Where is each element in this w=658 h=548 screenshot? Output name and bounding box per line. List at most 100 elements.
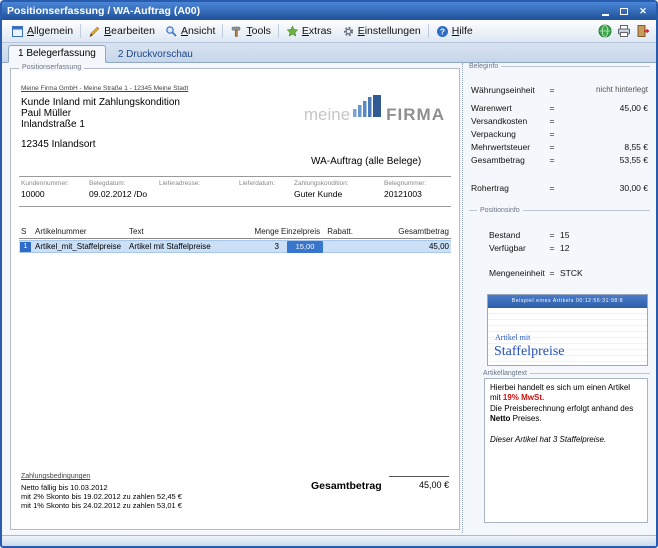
column-header-s[interactable]: S xyxy=(21,227,26,236)
artikellangtext-box[interactable]: Hierbei handelt es sich um einen Artikel… xyxy=(484,378,648,523)
maximize-button[interactable] xyxy=(616,5,632,18)
group-label-positionsinfo: Positionsinfo xyxy=(469,207,650,214)
minimize-icon xyxy=(602,14,609,16)
menu-item-bearbeiten[interactable]: Bearbeiten xyxy=(83,23,160,40)
document-total-value: 45,00 € xyxy=(389,476,449,490)
letterhead-sender-line: Meine Firma GmbH - Meine Straße 1 - 1234… xyxy=(21,85,188,92)
field-zahlungskondition[interactable]: Zahlungskondition: Guter Kunde xyxy=(294,180,349,199)
column-header-text[interactable]: Text xyxy=(129,227,144,236)
form-icon xyxy=(11,25,24,38)
field-value: 20121003 xyxy=(384,189,426,199)
group-rule xyxy=(530,373,650,374)
langtext-highlight-bold: Netto xyxy=(490,414,510,423)
tab-bar: 1 Belegerfassung 2 Druckvorschau xyxy=(2,43,656,63)
payment-terms-line: mit 2% Skonto bis 19.02.2012 zu zahlen 5… xyxy=(21,492,182,501)
column-header-gesamtbetrag[interactable]: Gesamtbetrag xyxy=(389,227,449,236)
payment-terms-line: mit 1% Skonto bis 24.02.2012 zu zahlen 5… xyxy=(21,501,182,510)
info-label: Gesamtbetrag xyxy=(471,155,525,165)
row-status-cell: 1 xyxy=(20,242,31,252)
column-header-menge[interactable]: Menge xyxy=(245,227,279,236)
logo-text-meine: meine xyxy=(304,107,350,122)
content-area: Positionserfassung Meine Firma GmbH - Me… xyxy=(2,63,656,535)
article-image-body: Artikel mit Staffelpreise xyxy=(488,308,647,365)
payment-terms-title: Zahlungsbedingungen xyxy=(21,473,90,480)
group-label-text: Positionsinfo xyxy=(480,207,520,214)
tab-druckvorschau[interactable]: 2 Druckvorschau xyxy=(109,47,202,63)
minimize-button[interactable] xyxy=(597,5,613,18)
field-label: Belegdatum: xyxy=(89,180,147,187)
group-rule xyxy=(469,210,477,211)
article-image: Beispiel eines Artikels 00:12:56:31:98:8… xyxy=(487,294,648,366)
equals-sign: = xyxy=(547,129,557,139)
status-bar xyxy=(2,535,656,546)
column-header-einzelpreis[interactable]: Einzelpreis xyxy=(281,227,319,236)
app-window: Positionserfassung / WA-Auftrag (A00) ✕ … xyxy=(0,0,658,548)
langtext-segment: Die Preisberechnung erfolgt anhand des xyxy=(490,404,633,413)
group-rule xyxy=(523,210,650,211)
menu-item-extras[interactable]: Extras xyxy=(281,23,337,40)
article-image-caption: Beispiel eines Artikels 00:12:56:31:98:8 xyxy=(488,295,647,308)
field-lieferadresse[interactable]: Lieferadresse: xyxy=(159,180,200,189)
field-lieferdatum[interactable]: Lieferdatum: xyxy=(239,180,275,189)
field-belegnummer[interactable]: Belegnummer: 20121003 xyxy=(384,180,426,199)
equals-sign: = xyxy=(547,142,557,152)
column-header-rabatt[interactable]: Rabatt. xyxy=(323,227,353,236)
menu-item-allgemein[interactable]: Allgemein xyxy=(6,23,78,40)
document-type: WA-Auftrag (alle Belege) xyxy=(311,156,421,167)
info-label: Verfügbar xyxy=(489,243,526,253)
close-icon: ✕ xyxy=(639,7,647,16)
equals-sign: = xyxy=(547,230,557,240)
exit-button[interactable] xyxy=(636,24,650,38)
menu-item-label: Einstellungen xyxy=(358,25,421,38)
info-row-bestand: Bestand = 15 xyxy=(463,230,654,241)
svg-text:?: ? xyxy=(440,26,445,36)
info-label: Versandkosten xyxy=(471,116,527,126)
langtext-segment: Preises. xyxy=(510,414,541,423)
menu-item-ansicht[interactable]: Ansicht xyxy=(160,23,220,40)
info-row-gesamtbetrag: Gesamtbetrag = 53,55 € xyxy=(463,155,654,166)
info-label: Verpackung xyxy=(471,129,516,139)
field-value: Guter Kunde xyxy=(294,189,349,199)
print-button[interactable] xyxy=(617,24,631,38)
info-label: Rohertrag xyxy=(471,183,509,193)
equals-sign: = xyxy=(547,268,557,278)
globe-button[interactable] xyxy=(598,24,612,38)
payment-terms-line: Netto fällig bis 10.03.2012 xyxy=(21,483,108,492)
menu-item-label: Extras xyxy=(302,25,332,38)
equals-sign: = xyxy=(547,116,557,126)
close-button[interactable]: ✕ xyxy=(635,5,651,18)
address-city: 12345 Inlandsort xyxy=(21,139,96,150)
article-image-text-large: Staffelpreise xyxy=(494,344,565,360)
field-label: Kundennummer: xyxy=(21,180,69,187)
info-value: nicht hinterlegt xyxy=(596,85,648,94)
window-title: Positionserfassung / WA-Auftrag (A00) xyxy=(7,5,597,17)
info-value: 15 xyxy=(560,230,569,240)
article-image-text-small: Artikel mit xyxy=(495,333,530,342)
menu-item-tools[interactable]: Tools xyxy=(225,23,276,40)
info-label: Bestand xyxy=(489,230,520,240)
logo-text-firma: FIRMA xyxy=(386,107,445,122)
logo-barchart-icon xyxy=(353,95,383,122)
field-value: 10000 xyxy=(21,189,69,199)
field-label: Lieferdatum: xyxy=(239,180,275,187)
group-label-text: Artikellangtext xyxy=(483,370,527,377)
field-belegdatum[interactable]: Belegdatum: 09.02.2012 /Do xyxy=(89,180,147,199)
column-header-artikelnummer[interactable]: Artikelnummer xyxy=(35,227,87,236)
cell-einzelpreis[interactable]: 15,00 xyxy=(287,241,323,253)
tab-belegerfassung[interactable]: 1 Belegerfassung xyxy=(8,45,106,63)
table-row[interactable]: 1 Artikel_mit_Staffelpreise Artikel mit … xyxy=(19,240,451,253)
menu-item-label: Bearbeiten xyxy=(104,25,155,38)
info-row-mehrwertsteuer: Mehrwertsteuer = 8,55 € xyxy=(463,142,654,153)
magnifier-icon xyxy=(165,25,178,38)
info-value: STCK xyxy=(560,268,583,278)
address-line: Kunde Inland mit Zahlungskondition xyxy=(21,97,180,108)
document-header-fields: Kundennummer: 10000 Belegdatum: 09.02.20… xyxy=(19,176,451,207)
field-kundennummer[interactable]: Kundennummer: 10000 xyxy=(21,180,69,199)
cell-menge[interactable]: 3 xyxy=(245,242,279,251)
menu-item-hilfe[interactable]: ? Hilfe xyxy=(431,23,478,40)
menu-item-einstellungen[interactable]: Einstellungen xyxy=(337,23,426,40)
info-row-mengeneinheit: Mengeneinheit = STCK xyxy=(463,268,654,279)
group-rule xyxy=(501,66,650,67)
titlebar: Positionserfassung / WA-Auftrag (A00) ✕ xyxy=(2,2,656,20)
info-row-warenwert: Warenwert = 45,00 € xyxy=(463,103,654,114)
